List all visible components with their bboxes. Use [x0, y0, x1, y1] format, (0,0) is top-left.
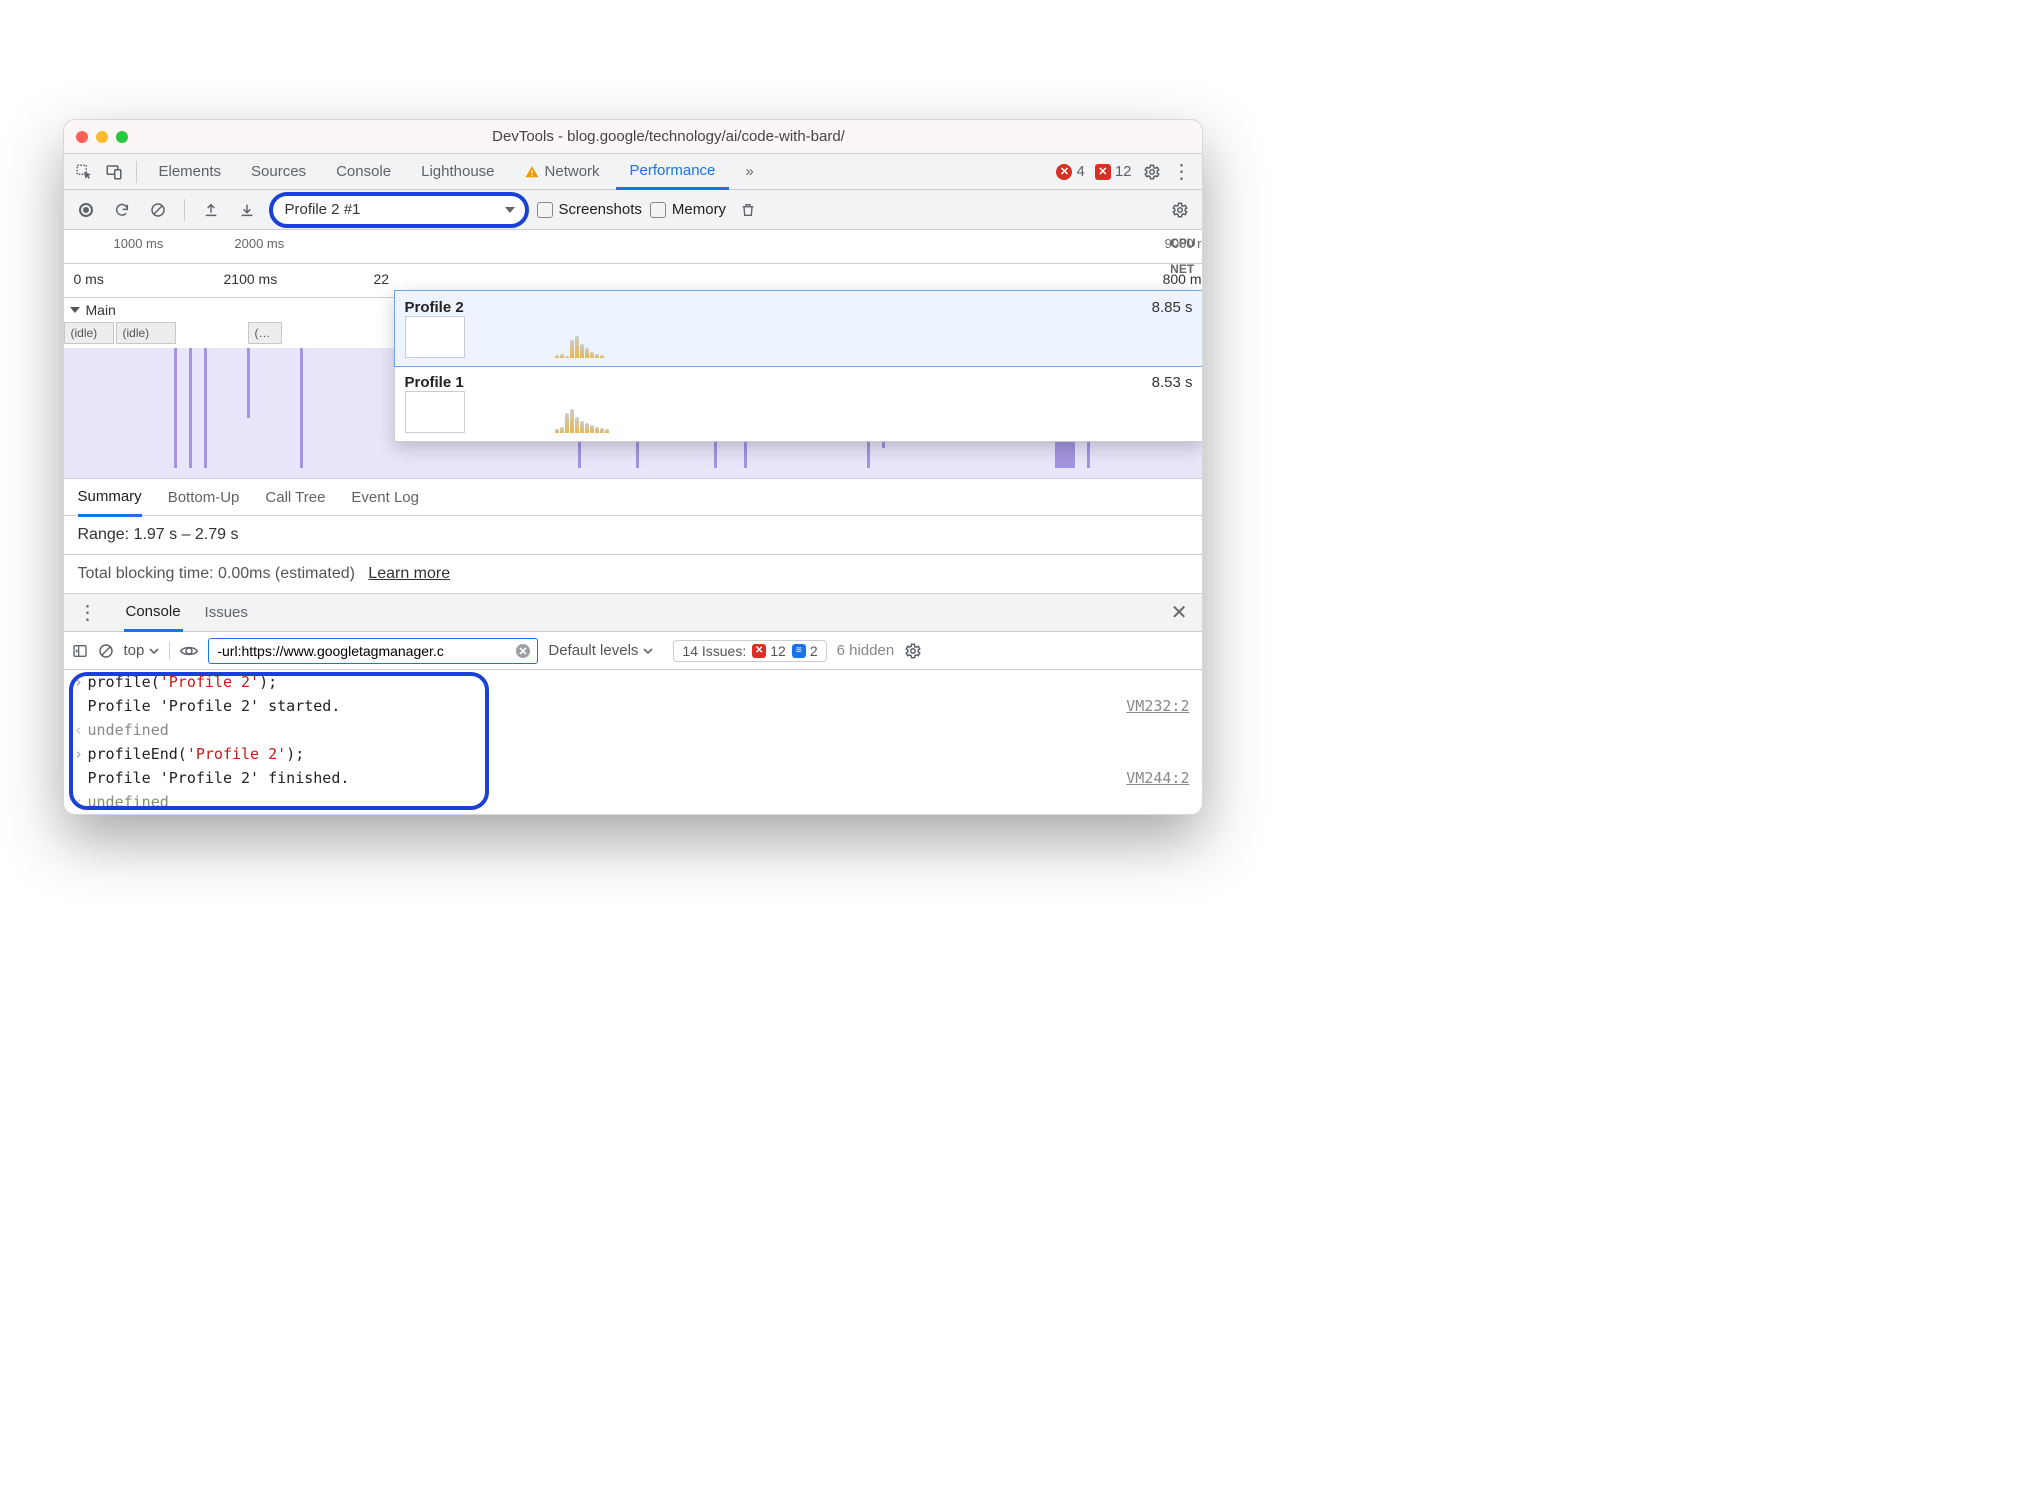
profile-sparkline: [555, 411, 955, 433]
more-tabs-button[interactable]: »: [731, 154, 767, 189]
error-square-icon: ✕: [752, 644, 766, 658]
subtab-event-log[interactable]: Event Log: [351, 480, 419, 515]
console-filter[interactable]: [208, 638, 538, 664]
drawer-tabstrip: ⋮ Console Issues ✕: [64, 594, 1202, 632]
issue-counter[interactable]: ✕ 12: [1095, 163, 1132, 180]
input-chevron-icon: ›: [70, 673, 88, 691]
separator: [136, 161, 137, 183]
screenshots-checkbox[interactable]: Screenshots: [537, 201, 642, 218]
tab-sources[interactable]: Sources: [237, 154, 320, 189]
error-counter[interactable]: ✕ 4: [1056, 163, 1084, 180]
tab-performance[interactable]: Performance: [616, 155, 730, 190]
console-output[interactable]: › profile('Profile 2'); Profile 'Profile…: [64, 670, 1202, 814]
tab-console[interactable]: Console: [322, 154, 405, 189]
performance-toolbar: Profile 2 #1 Screenshots Memory: [64, 190, 1202, 230]
profile-option[interactable]: Profile 2 8.85 s: [394, 290, 1203, 367]
subtab-call-tree[interactable]: Call Tree: [265, 480, 325, 515]
hidden-count[interactable]: 6 hidden: [837, 642, 895, 659]
profile-selector-value: Profile 2 #1: [285, 201, 361, 218]
console-input-line: › profileEnd('Profile 2');: [64, 742, 1202, 766]
console-return-line: ‹ undefined: [64, 718, 1202, 742]
maximize-window-icon[interactable]: [116, 131, 128, 143]
warning-icon: [525, 165, 539, 179]
source-link[interactable]: VM232:2: [1126, 697, 1189, 715]
tab-elements[interactable]: Elements: [145, 154, 236, 189]
console-toolbar: top Default levels 14 Issues: ✕12 ≡2 6 h…: [64, 632, 1202, 670]
console-filter-input[interactable]: [215, 642, 515, 660]
drawer-tab-console[interactable]: Console: [124, 594, 183, 632]
window-title: DevTools - blog.google/technology/ai/cod…: [148, 128, 1190, 145]
chevron-down-icon: [149, 646, 159, 656]
console-log-line: Profile 'Profile 2' finished. VM244:2: [64, 766, 1202, 790]
profile-thumbnail: [405, 316, 465, 358]
reload-record-button[interactable]: [108, 196, 136, 224]
clear-filter-icon[interactable]: [515, 643, 531, 659]
drawer-more-icon[interactable]: ⋮: [72, 603, 104, 623]
log-levels-selector[interactable]: Default levels: [548, 642, 663, 659]
memory-checkbox[interactable]: Memory: [650, 201, 726, 218]
profile-option[interactable]: Profile 1 8.53 s: [395, 366, 1203, 441]
capture-settings-icon[interactable]: [1166, 196, 1194, 224]
subtab-bottom-up[interactable]: Bottom-Up: [168, 480, 240, 515]
profile-selector[interactable]: Profile 2 #1: [269, 192, 529, 228]
clear-console-icon[interactable]: [98, 643, 114, 659]
more-options-icon[interactable]: ⋮: [1168, 158, 1196, 186]
error-circle-icon: ✕: [1056, 164, 1072, 180]
flame-segment-idle[interactable]: (idle): [64, 322, 114, 344]
delete-profile-icon[interactable]: [734, 196, 762, 224]
minimize-window-icon[interactable]: [96, 131, 108, 143]
live-expression-icon[interactable]: [180, 644, 198, 658]
close-drawer-icon[interactable]: ✕: [1165, 600, 1194, 625]
overview-ruler[interactable]: 1000 ms 2000 ms 9000 r: [64, 230, 1202, 264]
separator: [184, 199, 185, 221]
profile-dropdown[interactable]: Profile 2 8.85 s Profile 1 8.53 s: [394, 290, 1203, 442]
details-tabs: Summary Bottom-Up Call Tree Event Log: [64, 478, 1202, 516]
tab-network[interactable]: Network: [511, 154, 614, 189]
panel-tabstrip: Elements Sources Console Lighthouse Netw…: [64, 154, 1202, 190]
blocking-time: Total blocking time: 0.00ms (estimated) …: [64, 555, 1202, 594]
console-input-line: › profile('Profile 2');: [64, 670, 1202, 694]
input-chevron-icon: ›: [70, 745, 88, 763]
context-selector[interactable]: top: [124, 642, 171, 659]
clear-button[interactable]: [144, 196, 172, 224]
subtab-summary[interactable]: Summary: [78, 479, 142, 517]
range-text: Range: 1.97 s – 2.79 s: [64, 516, 1202, 555]
traffic-lights[interactable]: [76, 131, 128, 143]
inspect-element-icon[interactable]: [70, 158, 98, 186]
profile-sparkline: [555, 336, 955, 358]
download-profile-icon[interactable]: [233, 196, 261, 224]
upload-profile-icon[interactable]: [197, 196, 225, 224]
source-link[interactable]: VM244:2: [1126, 769, 1189, 787]
devtools-window: DevTools - blog.google/technology/ai/cod…: [63, 119, 1203, 815]
tab-lighthouse[interactable]: Lighthouse: [407, 154, 508, 189]
console-return-line: ‹ undefined: [64, 790, 1202, 814]
error-square-icon: ✕: [1095, 164, 1111, 180]
return-chevron-icon: ‹: [70, 721, 88, 739]
titlebar: DevTools - blog.google/technology/ai/cod…: [64, 120, 1202, 154]
console-settings-icon[interactable]: [904, 642, 922, 660]
device-toggle-icon[interactable]: [100, 158, 128, 186]
console-sidebar-toggle-icon[interactable]: [72, 643, 88, 659]
drawer-tab-issues[interactable]: Issues: [203, 595, 250, 630]
learn-more-link[interactable]: Learn more: [368, 565, 450, 582]
record-button[interactable]: [72, 196, 100, 224]
close-window-icon[interactable]: [76, 131, 88, 143]
chevron-down-icon: [643, 646, 653, 656]
profile-thumbnail: [405, 391, 465, 433]
return-chevron-icon: ‹: [70, 793, 88, 811]
flame-segment-truncated[interactable]: (…: [248, 322, 282, 344]
console-log-line: Profile 'Profile 2' started. VM232:2: [64, 694, 1202, 718]
overview-labels: CPUNET: [1170, 230, 1195, 282]
message-icon: ≡: [792, 644, 806, 658]
issues-pill[interactable]: 14 Issues: ✕12 ≡2: [673, 640, 826, 662]
flame-segment-idle[interactable]: (idle): [116, 322, 176, 344]
settings-icon[interactable]: [1138, 158, 1166, 186]
